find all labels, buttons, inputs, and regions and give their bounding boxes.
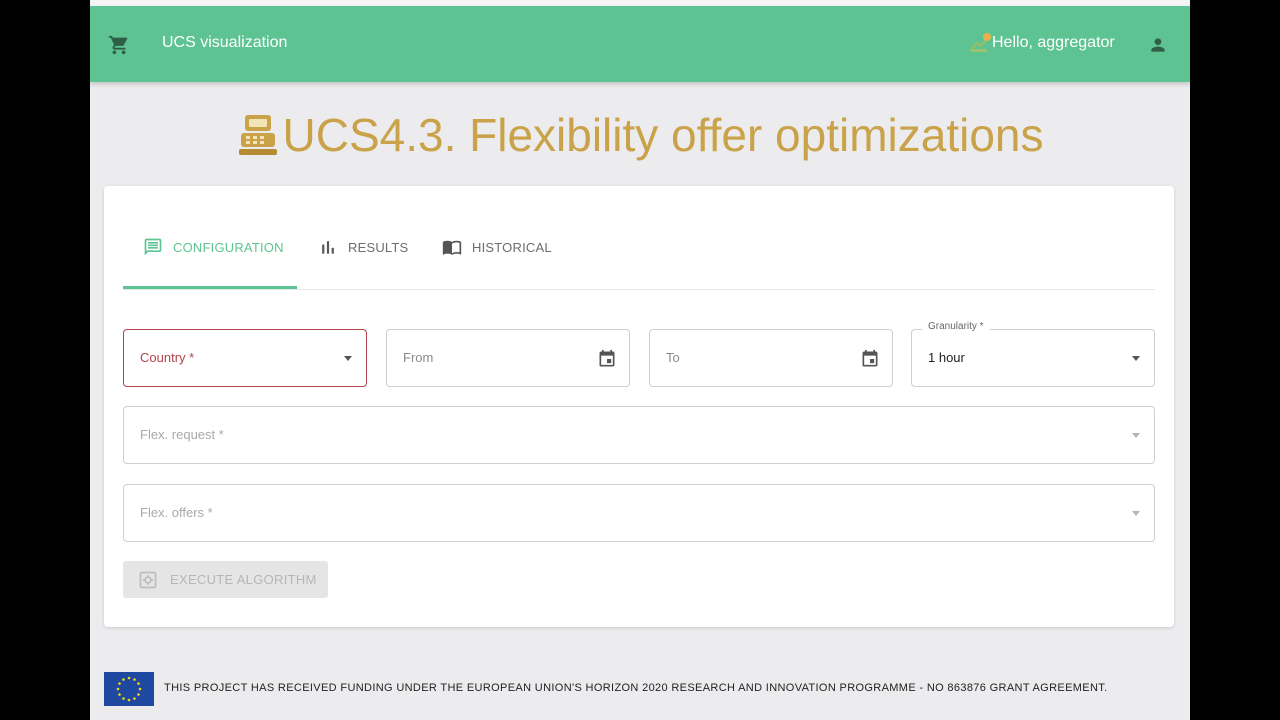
tab-configuration-label: CONFIGURATION [173, 239, 284, 255]
app-window: UCS visualization Hello, aggregator UCS4… [90, 0, 1190, 720]
flex-offers-select[interactable]: Flex. offers * [123, 484, 1155, 542]
execute-algorithm-label: EXECUTE ALGORITHM [170, 572, 317, 587]
notification-icon[interactable] [968, 30, 994, 56]
granularity-value: 1 hour [928, 350, 965, 365]
footer: THIS PROJECT HAS RECEIVED FUNDING UNDER … [104, 672, 1174, 706]
configuration-card: CONFIGURATION RESULTS HISTORICAL Country… [104, 186, 1174, 627]
flex-request-select[interactable]: Flex. request * [123, 406, 1155, 464]
granularity-select[interactable]: Granularity * 1 hour [911, 321, 1155, 387]
calendar-icon[interactable] [860, 349, 880, 369]
cart-icon[interactable] [108, 34, 130, 56]
calendar-icon[interactable] [597, 349, 617, 369]
from-placeholder: From [403, 350, 434, 365]
chevron-down-icon [1132, 433, 1140, 438]
to-date-field[interactable]: To [649, 329, 893, 387]
chevron-down-icon [1132, 356, 1140, 361]
user-greeting: Hello, aggregator [992, 34, 1115, 51]
tab-historical[interactable]: HISTORICAL [442, 236, 552, 258]
eu-flag-icon [104, 672, 154, 706]
cash-register-icon [238, 115, 277, 155]
active-tab-indicator [123, 286, 297, 289]
app-bar: UCS visualization Hello, aggregator [90, 6, 1190, 82]
tab-results-label: RESULTS [348, 239, 409, 255]
flex-request-placeholder: Flex. request * [140, 427, 224, 442]
user-icon[interactable] [1148, 35, 1168, 55]
app-title[interactable]: UCS visualization [162, 34, 287, 52]
configuration-icon [144, 238, 162, 256]
funding-notice: THIS PROJECT HAS RECEIVED FUNDING UNDER … [164, 682, 1108, 694]
settings-icon [139, 571, 157, 588]
page-title: UCS4.3. Flexibility offer optimizations [90, 108, 1190, 162]
to-placeholder: To [666, 350, 680, 365]
execute-algorithm-button[interactable]: EXECUTE ALGORITHM [123, 561, 328, 598]
tab-bar: CONFIGURATION RESULTS HISTORICAL [123, 218, 1155, 290]
granularity-label: Granularity * [922, 321, 990, 332]
from-date-field[interactable]: From [386, 329, 630, 387]
country-placeholder: Country * [140, 350, 195, 365]
flex-offers-placeholder: Flex. offers * [140, 505, 213, 520]
tab-historical-label: HISTORICAL [472, 239, 552, 255]
bar-chart-icon [322, 241, 334, 254]
book-icon [442, 240, 462, 255]
country-select[interactable]: Country * [123, 329, 367, 387]
tab-results[interactable]: RESULTS [318, 236, 408, 258]
page-title-text: UCS4.3. Flexibility offer optimizations [282, 109, 1044, 161]
chevron-down-icon [344, 356, 352, 361]
tab-configuration[interactable]: CONFIGURATION [143, 236, 284, 258]
chevron-down-icon [1132, 511, 1140, 516]
